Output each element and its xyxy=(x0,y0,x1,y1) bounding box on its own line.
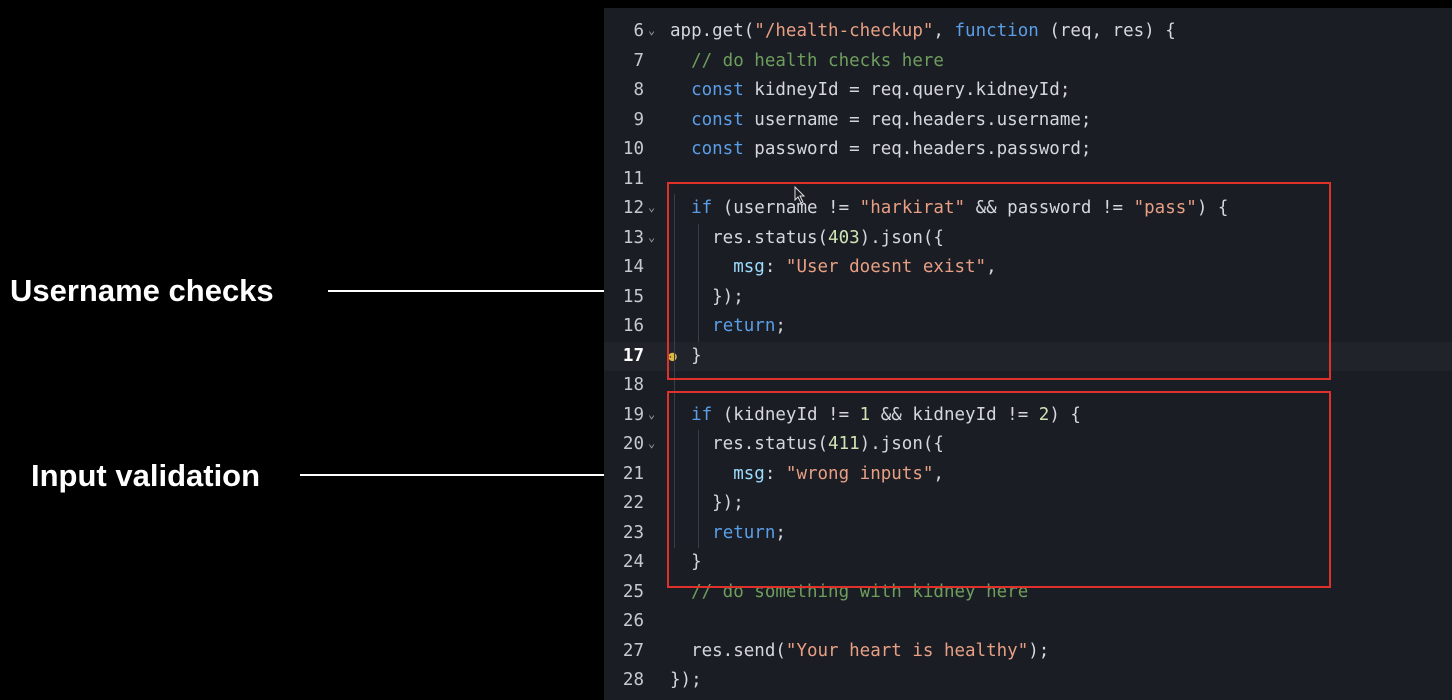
fold-chevron-icon[interactable]: ⌄ xyxy=(648,400,655,429)
code-line[interactable]: 28}); xyxy=(604,666,1452,695)
code-line[interactable]: 10 const password = req.headers.password… xyxy=(604,135,1452,164)
code-line[interactable]: 6 ⌄ app.get("/health-checkup", function (r… xyxy=(604,17,1452,46)
code-line[interactable]: 27 res.send("Your heart is healthy"); xyxy=(604,637,1452,666)
line-number: 28 xyxy=(622,670,644,690)
line-number: 20 xyxy=(622,434,644,454)
line-number: 7 xyxy=(633,50,644,71)
username-checks-label: Username checks xyxy=(10,273,274,308)
line-number: 27 xyxy=(622,640,644,661)
line-number: 15 xyxy=(622,286,644,307)
line-number: 21 xyxy=(622,463,644,484)
line-number: 19 xyxy=(622,404,644,425)
line-number: 25 xyxy=(622,581,644,602)
code-text: const kidneyId = req.query.kidneyId; xyxy=(691,80,1071,100)
code-text: // do health checks here xyxy=(691,50,944,71)
line-number: 12 xyxy=(622,198,644,218)
code-text: }); xyxy=(670,670,702,690)
input-validation-arrow xyxy=(300,469,658,481)
code-text: app.get("/health-checkup", function (req… xyxy=(670,21,1176,41)
line-number: 9 xyxy=(633,109,644,130)
code-line[interactable]: 9 const username = req.headers.username; xyxy=(604,106,1452,135)
code-line[interactable]: 7 // do health checks here xyxy=(604,47,1452,76)
line-number: 18 xyxy=(622,375,644,395)
video-frame: Username checks Input validation 6 ⌄ app.g… xyxy=(0,0,1452,700)
line-number: 10 xyxy=(622,139,644,159)
fold-chevron-icon[interactable]: ⌄ xyxy=(648,429,655,458)
line-number: 22 xyxy=(622,493,644,513)
line-number: 14 xyxy=(622,257,644,277)
line-number: 11 xyxy=(622,168,644,189)
input-validation-label: Input validation xyxy=(31,458,261,493)
line-number: 13 xyxy=(622,227,644,248)
fold-chevron-icon[interactable]: ⌄ xyxy=(648,193,655,222)
line-number: 16 xyxy=(622,316,644,336)
line-number: 24 xyxy=(622,552,644,572)
code-line[interactable]: 8 const kidneyId = req.query.kidneyId; xyxy=(604,76,1452,105)
code-line[interactable]: 26 xyxy=(604,607,1452,636)
code-text: const password = req.headers.password; xyxy=(691,139,1092,159)
fold-chevron-icon[interactable]: ⌄ xyxy=(648,16,655,45)
line-number: 6 xyxy=(633,21,644,41)
code-text: const username = req.headers.username; xyxy=(691,109,1092,130)
username-checks-highlight-box xyxy=(667,182,1331,380)
mouse-pointer-icon xyxy=(794,186,806,204)
line-number: 26 xyxy=(622,611,644,631)
line-number: 23 xyxy=(622,522,644,543)
fold-chevron-icon[interactable]: ⌄ xyxy=(648,223,655,252)
line-number: 8 xyxy=(633,80,644,100)
code-text: res.send("Your heart is healthy"); xyxy=(670,640,1050,661)
input-validation-highlight-box xyxy=(667,391,1331,588)
line-number: 17 xyxy=(622,345,644,366)
